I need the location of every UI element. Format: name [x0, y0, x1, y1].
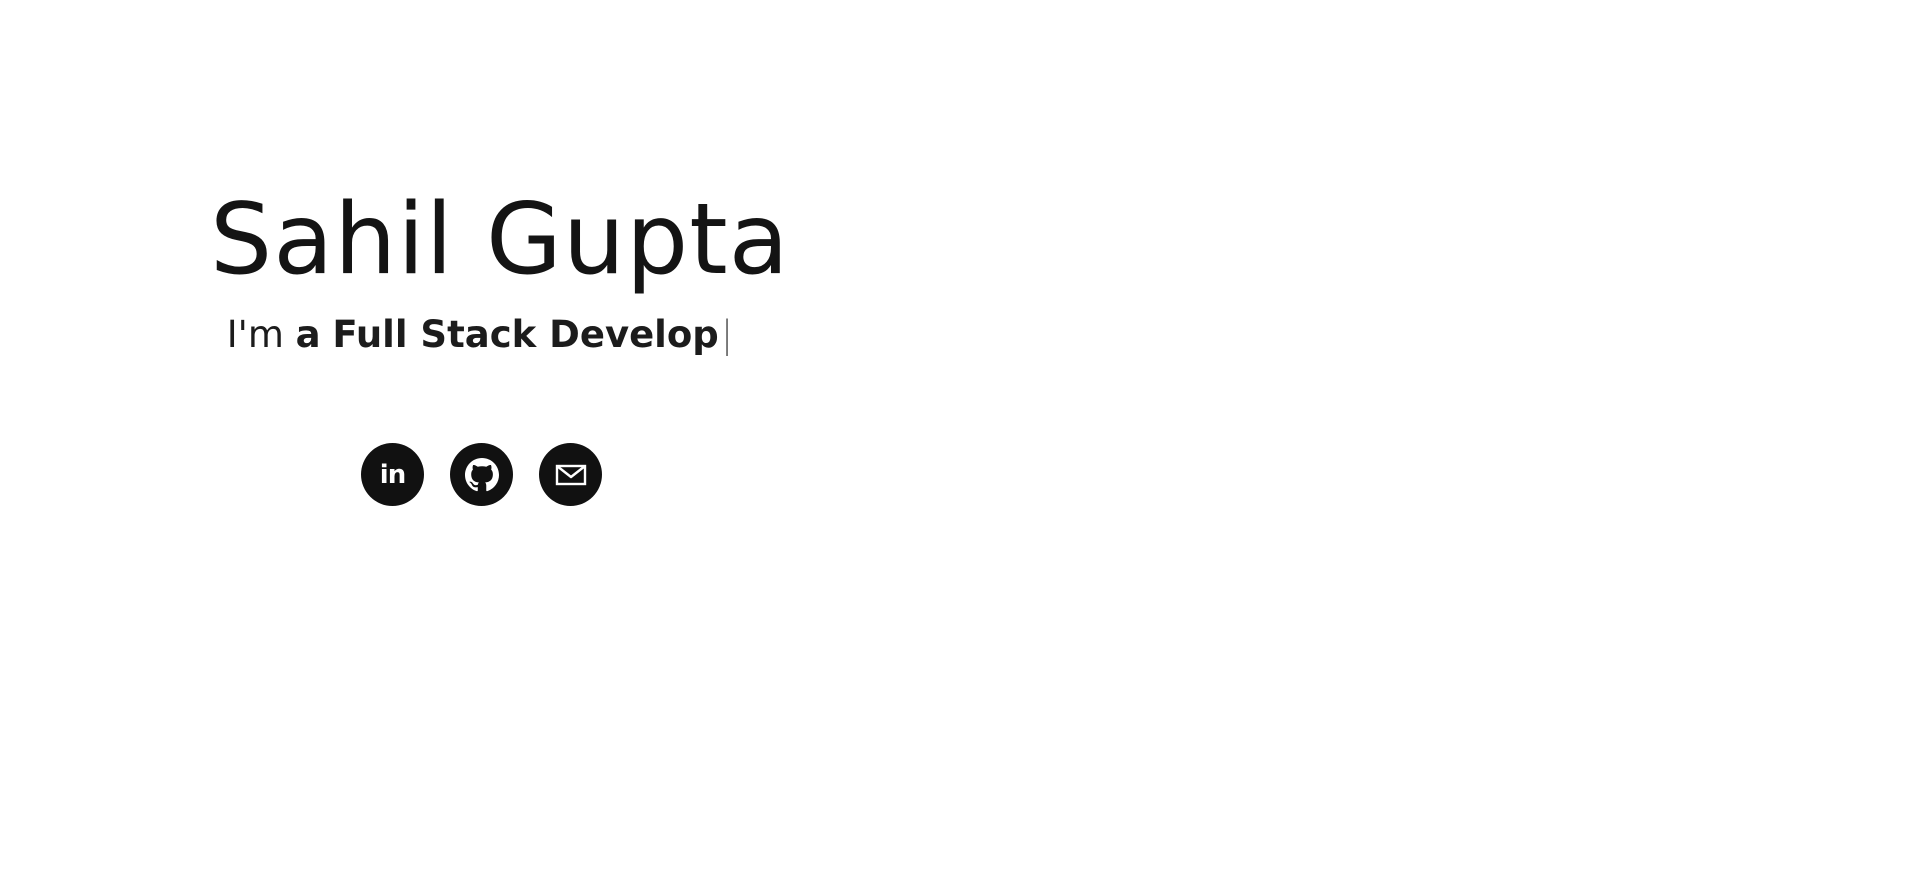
- linkedin-button[interactable]: in: [361, 443, 424, 506]
- tagline-prefix: I'm: [226, 313, 284, 356]
- hero-content: Sahil Gupta I'm a Full Stack Develop|: [210, 180, 790, 358]
- typed-role: Full Stack Develop: [332, 313, 719, 356]
- mail-icon: [555, 464, 586, 485]
- hero-tagline: I'm a Full Stack Develop|: [210, 312, 750, 358]
- github-icon: [464, 457, 499, 491]
- typing-cursor: |: [720, 313, 734, 356]
- email-button[interactable]: [539, 443, 602, 506]
- github-button[interactable]: [450, 443, 513, 506]
- hero-name: Sahil Gupta: [210, 183, 790, 297]
- tagline-article: a: [295, 313, 321, 356]
- linkedin-icon: in: [379, 459, 406, 490]
- social-links: in: [361, 443, 602, 506]
